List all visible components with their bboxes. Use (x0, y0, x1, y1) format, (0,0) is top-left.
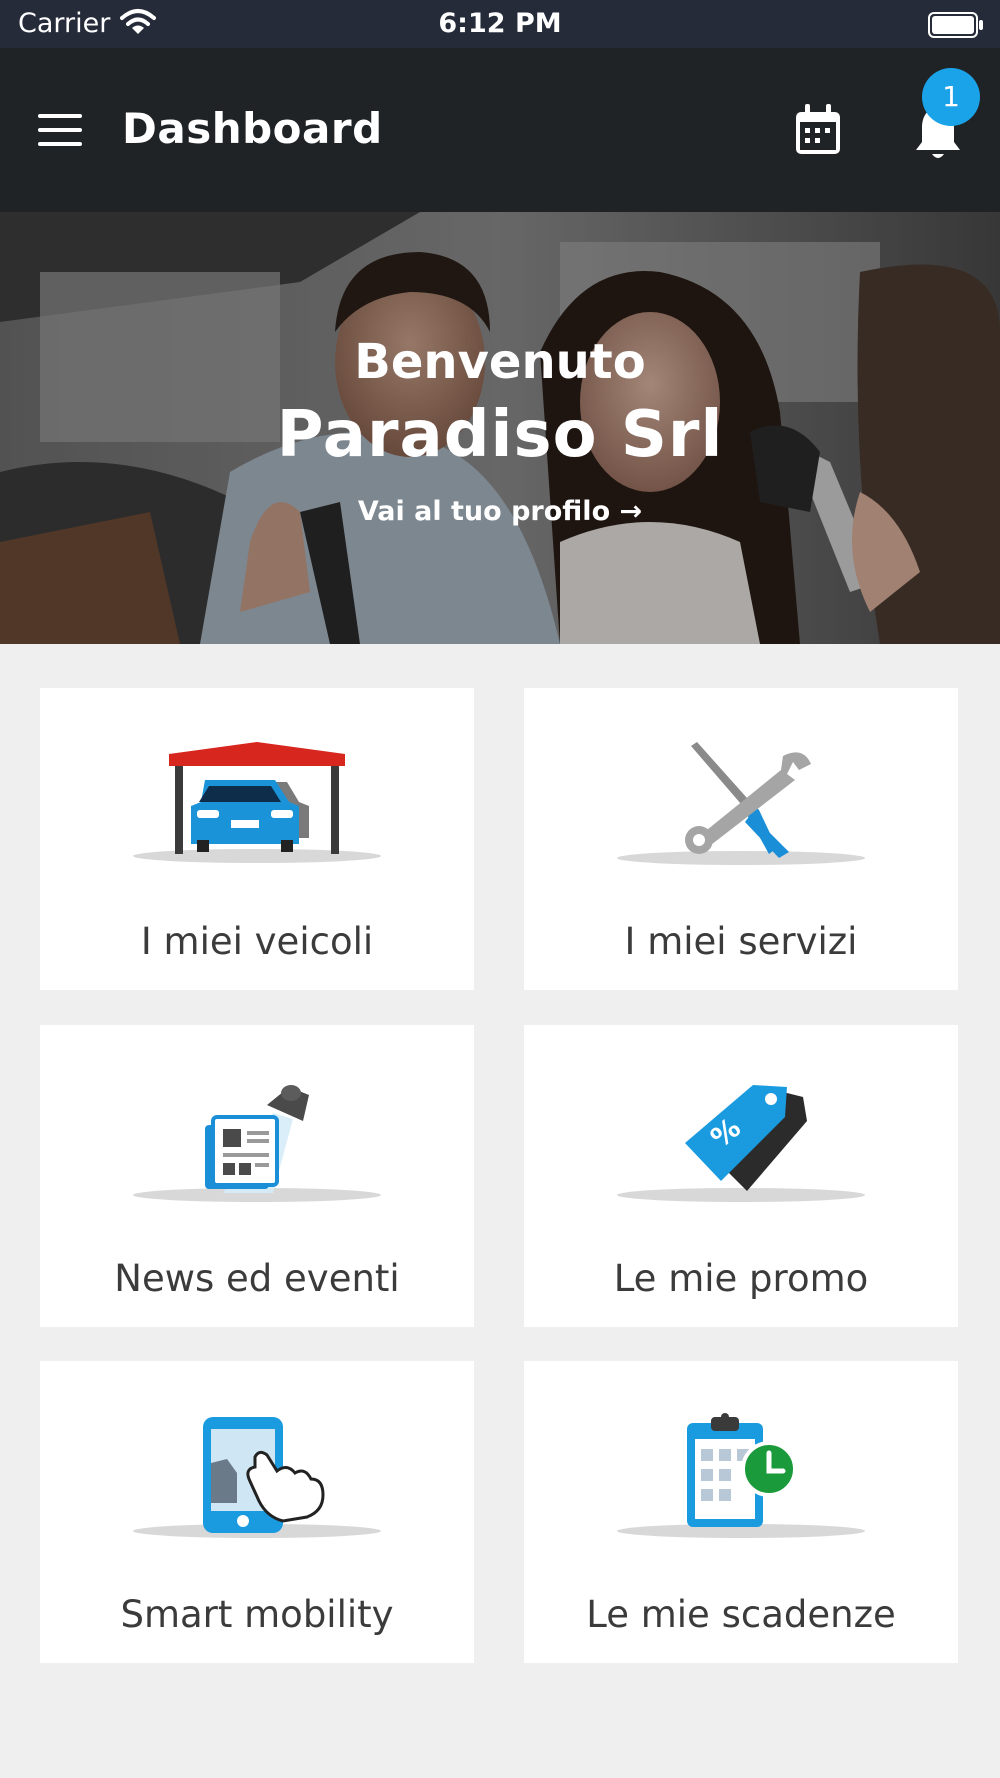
hero-text: Benvenuto Paradiso Srl Vai al tuo profil… (0, 212, 1000, 644)
hero-banner: Benvenuto Paradiso Srl Vai al tuo profil… (0, 212, 1000, 644)
tile-label: News ed eventi (114, 1257, 400, 1300)
garage-car-icon (133, 742, 381, 863)
tile-promo[interactable]: % Le mie promo (524, 1025, 958, 1327)
clock: 6:12 PM (438, 8, 562, 39)
profile-link[interactable]: Vai al tuo profilo → (0, 496, 1000, 527)
app-bar: Dashboard (0, 48, 1000, 212)
welcome-text: Benvenuto (354, 334, 646, 390)
company-name: Paradiso Srl (276, 398, 724, 472)
tile-label: Le mie scadenze (586, 1593, 896, 1636)
menu-icon (38, 114, 82, 118)
tile-label: Smart mobility (120, 1593, 394, 1636)
battery-icon (928, 12, 983, 38)
tools-icon (617, 742, 865, 865)
page-title: Dashboard (122, 104, 383, 153)
tile-label: Le mie promo (613, 1257, 869, 1300)
tile-vehicles[interactable]: I miei veicoli (40, 688, 474, 990)
news-spotlight-icon (133, 1085, 381, 1202)
tile-smart-mobility[interactable]: Smart mobility (40, 1361, 474, 1663)
tile-deadlines[interactable]: Le mie scadenze (524, 1361, 958, 1663)
tile-label: I miei veicoli (140, 920, 374, 963)
smartphone-touch-icon (133, 1417, 381, 1538)
menu-icon-line (38, 128, 82, 132)
calendar-icon[interactable] (794, 104, 842, 156)
tile-services[interactable]: I miei servizi (524, 688, 958, 990)
tile-news[interactable]: News ed eventi (40, 1025, 474, 1327)
promo-tag-icon: % (617, 1085, 865, 1202)
menu-icon-line (38, 142, 82, 146)
notification-badge: 1 (922, 68, 980, 126)
menu-button[interactable] (38, 114, 82, 148)
status-bar: Carrier 6:12 PM (0, 0, 1000, 48)
clipboard-clock-icon (617, 1413, 865, 1538)
tile-label: I miei servizi (624, 920, 858, 963)
